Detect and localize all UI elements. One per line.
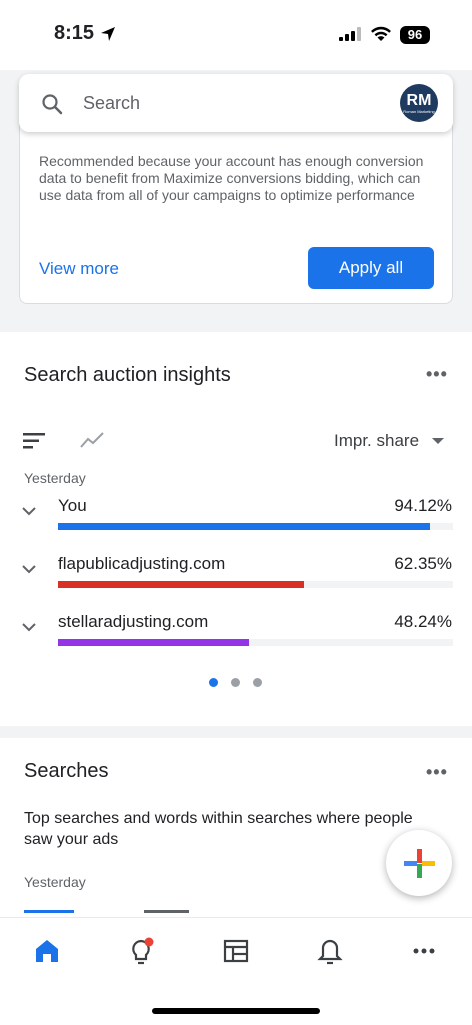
- page-dot[interactable]: [209, 678, 218, 687]
- page-dot[interactable]: [231, 678, 240, 687]
- chevron-down-icon[interactable]: [22, 622, 36, 632]
- apply-all-button[interactable]: Apply all: [308, 247, 434, 289]
- home-icon[interactable]: [32, 936, 62, 966]
- impression-share-value: 48.24%: [394, 612, 452, 631]
- competitor-name: flapublicadjusting.com: [58, 554, 226, 573]
- page-dot[interactable]: [253, 678, 262, 687]
- plus-icon: [404, 849, 435, 878]
- lightbulb-icon[interactable]: [126, 936, 156, 966]
- auction-insights-title: Search auction insights: [24, 364, 231, 386]
- avatar-subtext: Roman Marketing: [403, 109, 435, 114]
- share-bar-track: [58, 581, 453, 588]
- more-options-icon[interactable]: •••: [426, 364, 448, 385]
- share-bar-fill: [58, 639, 249, 646]
- impression-share-value: 62.35%: [394, 554, 452, 573]
- home-indicator: [152, 1008, 320, 1014]
- share-bar-track: [58, 523, 453, 530]
- competitor-name: You: [58, 496, 87, 515]
- searches-title: Searches: [24, 760, 109, 782]
- status-bar: 8:15 96: [0, 0, 472, 70]
- section-divider: [0, 726, 472, 738]
- bell-icon[interactable]: [315, 936, 345, 966]
- view-more-link[interactable]: View more: [39, 259, 119, 279]
- dropdown-caret-icon[interactable]: [432, 438, 444, 444]
- auction-row[interactable]: stellaradjusting.com 48.24%: [0, 612, 472, 662]
- auction-row[interactable]: You 94.12%: [0, 496, 472, 546]
- search-input[interactable]: Search: [83, 93, 140, 114]
- pagination-dots[interactable]: [209, 674, 275, 692]
- share-bar-track: [58, 639, 453, 646]
- impression-share-value: 94.12%: [394, 496, 452, 515]
- wifi-icon: [371, 26, 391, 41]
- auction-row[interactable]: flapublicadjusting.com 62.35%: [0, 554, 472, 604]
- share-bar-fill: [58, 581, 304, 588]
- more-options-icon[interactable]: •••: [426, 762, 448, 783]
- table-icon[interactable]: [221, 936, 251, 966]
- avatar-initials: RM: [406, 92, 432, 109]
- searches-period: Yesterday: [24, 874, 86, 890]
- searches-description: Top searches and words within searches w…: [24, 810, 413, 848]
- recommendation-text: Recommended because your account has eno…: [39, 153, 424, 203]
- recommendation-card: Recommended because your account has eno…: [19, 110, 453, 304]
- avatar[interactable]: RM Roman Marketing: [400, 84, 438, 122]
- period-label: Yesterday: [24, 470, 86, 486]
- competitor-name: stellaradjusting.com: [58, 612, 209, 631]
- search-bar[interactable]: Search RM Roman Marketing: [19, 74, 453, 132]
- chevron-down-icon[interactable]: [22, 506, 36, 516]
- battery-indicator: 96: [400, 26, 430, 44]
- add-fab-button[interactable]: [386, 830, 452, 896]
- status-time: 8:15: [54, 22, 95, 44]
- search-icon: [42, 94, 63, 115]
- share-bar-fill: [58, 523, 430, 530]
- sort-icon[interactable]: [23, 433, 45, 449]
- trend-chart-icon[interactable]: [80, 432, 104, 448]
- metric-dropdown[interactable]: Impr. share: [334, 431, 419, 451]
- auction-insights-card: Search auction insights ••• Impr. share …: [0, 340, 472, 726]
- location-arrow-icon: [101, 27, 115, 41]
- more-icon[interactable]: [409, 936, 439, 966]
- cellular-signal-icon: [339, 27, 361, 41]
- chevron-down-icon[interactable]: [22, 564, 36, 574]
- partial-table-header: [24, 910, 194, 916]
